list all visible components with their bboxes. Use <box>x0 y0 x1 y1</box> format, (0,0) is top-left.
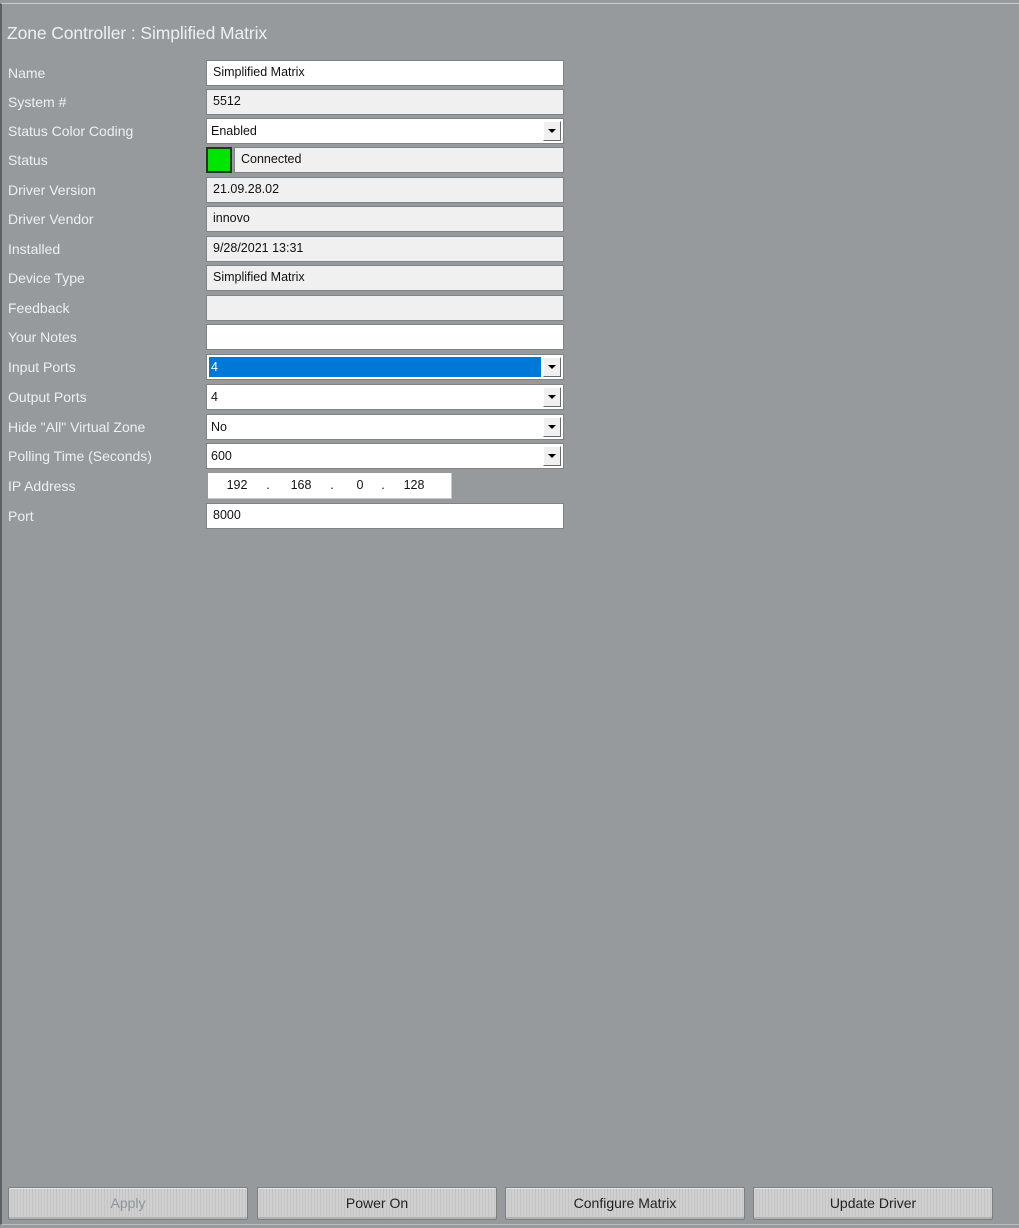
ip-address-input[interactable]: 192 . 168 . 0 . 128 <box>208 473 452 499</box>
installed-label: Installed <box>8 241 61 257</box>
status-color-coding-select[interactable]: Enabled <box>206 118 564 144</box>
panel-title: Zone Controller : Simplified Matrix <box>7 23 268 43</box>
feedback-field <box>206 295 564 321</box>
ip-separator: . <box>266 478 270 492</box>
row-port: Port 8000 <box>2 501 602 529</box>
status-color-coding-dropdown-button[interactable] <box>543 121 561 141</box>
input-ports-select[interactable]: 4 <box>206 354 564 380</box>
system-number-field: 5512 <box>206 89 564 115</box>
ip-octet-2[interactable]: 168 <box>286 478 316 492</box>
input-ports-value: 4 <box>209 357 541 377</box>
status-label: Status <box>8 152 48 168</box>
polling-time-value: 600 <box>211 449 232 463</box>
row-polling-time: Polling Time (Seconds) 600 <box>2 441 602 469</box>
system-number-label: System # <box>8 94 67 110</box>
port-label: Port <box>8 508 34 524</box>
update-driver-button[interactable]: Update Driver <box>753 1187 993 1220</box>
hide-all-virtual-zone-dropdown-button[interactable] <box>543 417 561 437</box>
polling-time-label: Polling Time (Seconds) <box>8 448 152 464</box>
ip-octet-4[interactable]: 128 <box>399 478 429 492</box>
configure-matrix-button[interactable]: Configure Matrix <box>505 1187 745 1220</box>
ip-separator: . <box>330 478 334 492</box>
input-ports-dropdown-button[interactable] <box>543 357 561 377</box>
row-feedback: Feedback <box>2 293 602 321</box>
driver-version-field: 21.09.28.02 <box>206 177 564 203</box>
port-input[interactable]: 8000 <box>206 503 564 529</box>
input-ports-label: Input Ports <box>8 359 76 375</box>
ip-separator: . <box>381 478 385 492</box>
your-notes-label: Your Notes <box>8 329 77 345</box>
device-type-field: Simplified Matrix <box>206 265 564 291</box>
driver-vendor-label: Driver Vendor <box>8 211 94 227</box>
output-ports-dropdown-button[interactable] <box>543 387 561 407</box>
row-output-ports: Output Ports 4 <box>2 382 602 410</box>
output-ports-value: 4 <box>211 390 218 404</box>
ip-address-label: IP Address <box>8 478 76 494</box>
hide-all-virtual-zone-value: No <box>211 420 227 434</box>
zone-controller-panel: Zone Controller : Simplified Matrix Name… <box>0 3 1019 1225</box>
row-your-notes: Your Notes <box>2 322 602 350</box>
polling-time-select[interactable]: 600 <box>206 443 564 469</box>
driver-version-label: Driver Version <box>8 182 96 198</box>
hide-all-virtual-zone-select[interactable]: No <box>206 414 564 440</box>
installed-field: 9/28/2021 13:31 <box>206 236 564 262</box>
row-system-number: System # 5512 <box>2 87 602 115</box>
row-driver-vendor: Driver Vendor innovo <box>2 204 602 232</box>
status-color-coding-value: Enabled <box>211 124 257 138</box>
status-color-coding-label: Status Color Coding <box>8 123 134 139</box>
row-device-type: Device Type Simplified Matrix <box>2 263 602 291</box>
row-installed: Installed 9/28/2021 13:31 <box>2 234 602 262</box>
output-ports-select[interactable]: 4 <box>206 384 564 410</box>
device-type-label: Device Type <box>8 270 85 286</box>
polling-time-dropdown-button[interactable] <box>543 446 561 466</box>
name-label: Name <box>8 65 46 81</box>
status-indicator-icon <box>206 147 232 173</box>
feedback-label: Feedback <box>8 300 70 316</box>
row-status-color-coding: Status Color Coding Enabled <box>2 116 602 144</box>
row-hide-all-virtual-zone: Hide "All" Virtual Zone No <box>2 412 602 440</box>
ip-octet-3[interactable]: 0 <box>345 478 375 492</box>
chevron-down-icon <box>548 129 556 133</box>
driver-vendor-field: innovo <box>206 206 564 232</box>
chevron-down-icon <box>548 425 556 429</box>
your-notes-input[interactable] <box>206 324 564 350</box>
chevron-down-icon <box>548 365 556 369</box>
name-input[interactable]: Simplified Matrix <box>206 60 564 86</box>
row-name: Name Simplified Matrix <box>2 58 602 86</box>
output-ports-label: Output Ports <box>8 389 87 405</box>
power-on-button[interactable]: Power On <box>257 1187 497 1220</box>
hide-all-virtual-zone-label: Hide "All" Virtual Zone <box>8 419 146 435</box>
row-status: Status Connected <box>2 145 602 173</box>
status-field: Connected <box>234 147 564 173</box>
chevron-down-icon <box>548 395 556 399</box>
chevron-down-icon <box>548 454 556 458</box>
row-ip-address: IP Address 192 . 168 . 0 . 128 <box>2 471 602 499</box>
apply-button[interactable]: Apply <box>8 1187 248 1220</box>
row-input-ports: Input Ports 4 <box>2 352 602 380</box>
row-driver-version: Driver Version 21.09.28.02 <box>2 175 602 203</box>
ip-octet-1[interactable]: 192 <box>222 478 252 492</box>
